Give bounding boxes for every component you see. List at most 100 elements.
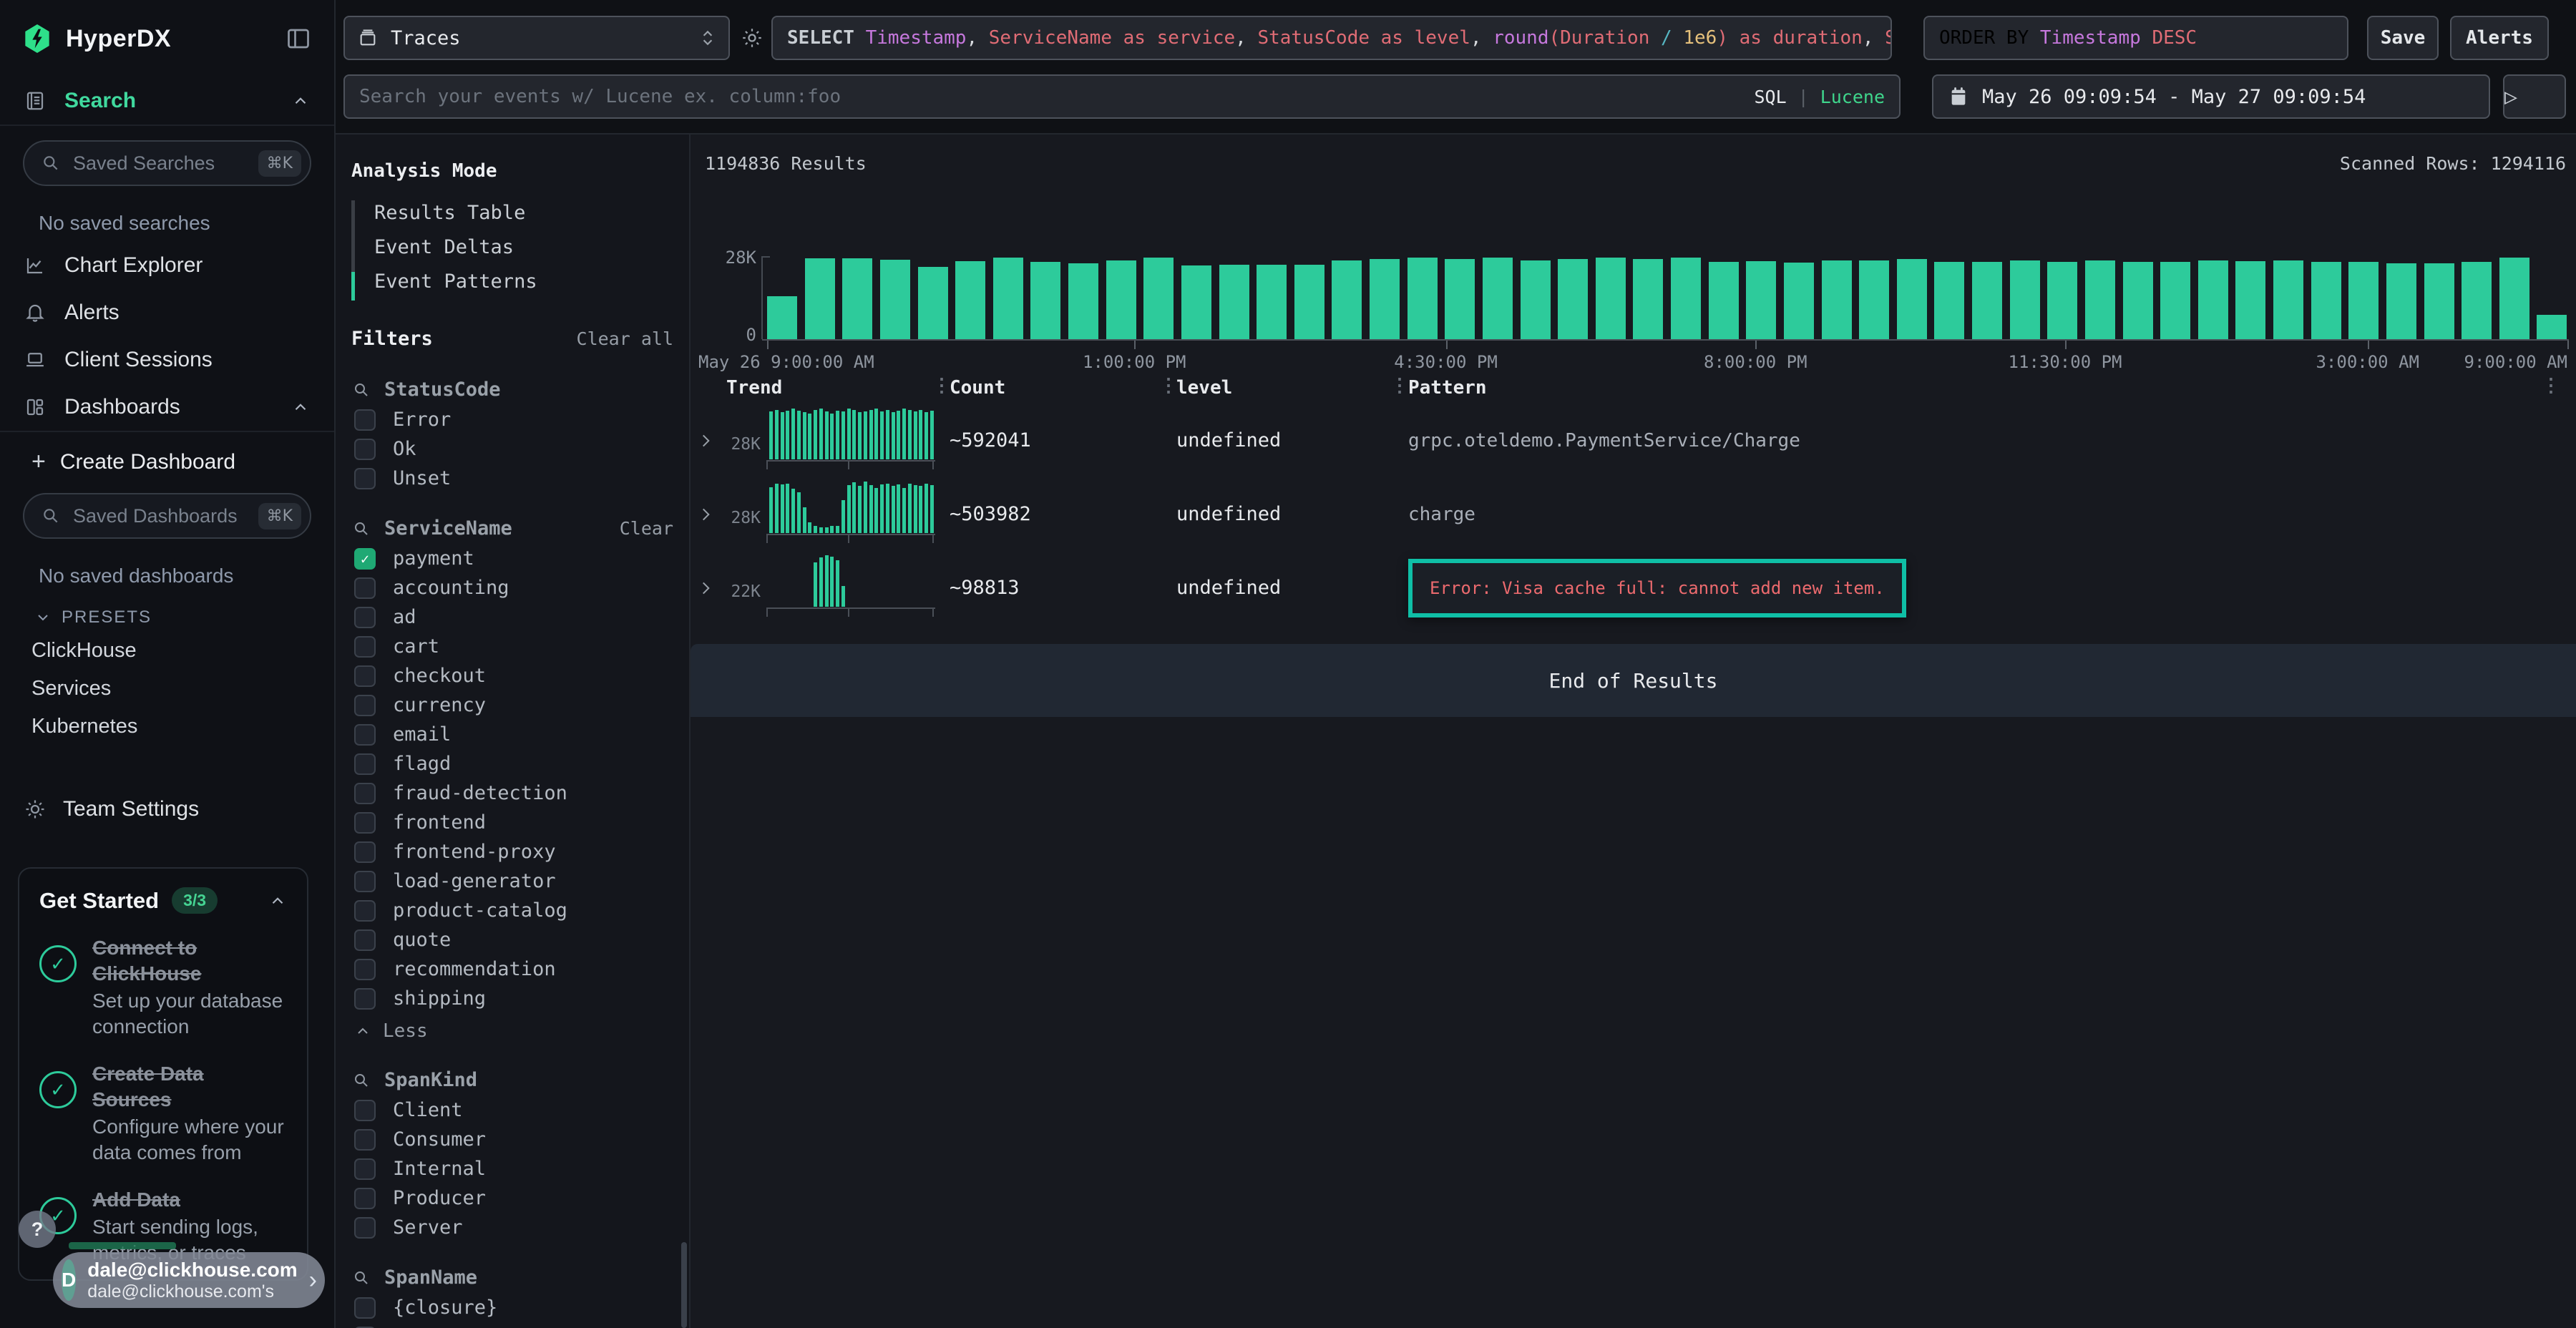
filter-option[interactable]: Error	[336, 405, 689, 434]
sidebar-item-search[interactable]: Search	[0, 77, 334, 125]
histogram-bar[interactable]	[1521, 260, 1551, 339]
column-header-trend[interactable]: Trend	[726, 377, 950, 399]
checkbox[interactable]	[354, 695, 376, 716]
filter-option[interactable]: Producer	[336, 1183, 689, 1213]
table-row[interactable]: 28K~503982undefinedcharge	[691, 477, 2576, 551]
sidebar-item-client-sessions[interactable]: Client Sessions	[0, 336, 334, 384]
histogram-bar[interactable]	[2348, 262, 2379, 339]
histogram-bar[interactable]	[1370, 259, 1400, 339]
histogram-bar[interactable]	[2537, 315, 2567, 339]
histogram-bar[interactable]	[1332, 260, 1362, 339]
histogram-bar[interactable]	[1746, 261, 1776, 339]
filter-option[interactable]: product-catalog	[336, 896, 689, 925]
checkbox[interactable]	[354, 959, 376, 980]
checkbox[interactable]	[354, 871, 376, 892]
filter-option[interactable]: ad	[336, 602, 689, 632]
user-menu[interactable]: D dale@clickhouse.com dale@clickhouse.co…	[53, 1252, 325, 1308]
histogram-bar[interactable]	[1859, 260, 1889, 339]
chevron-up-icon[interactable]	[268, 892, 287, 910]
checkbox[interactable]	[354, 577, 376, 599]
histogram-bar[interactable]	[1407, 258, 1438, 339]
filter-option[interactable]: checkout	[336, 661, 689, 690]
presets-toggle[interactable]: PRESETS	[0, 595, 334, 632]
histogram-bar[interactable]	[1822, 260, 1852, 339]
histogram-bar[interactable]	[918, 267, 948, 339]
filter-option[interactable]: Client	[336, 1095, 689, 1125]
checkbox[interactable]	[354, 665, 376, 687]
filter-option[interactable]: email	[336, 720, 689, 749]
column-header-level[interactable]: level	[1176, 377, 1408, 399]
filter-option[interactable]: cart	[336, 632, 689, 661]
filter-option[interactable]: Consumer	[336, 1125, 689, 1154]
filter-option[interactable]: quote	[336, 925, 689, 954]
column-resize-grip[interactable]: ⋮	[932, 375, 951, 396]
filter-option[interactable]: fraud-detection	[336, 778, 689, 808]
checkbox[interactable]	[354, 1297, 376, 1319]
checkbox[interactable]	[354, 468, 376, 489]
clear-all-filters-link[interactable]: Clear all	[577, 328, 673, 349]
checkbox[interactable]	[354, 409, 376, 431]
histogram-bar[interactable]	[2499, 258, 2529, 339]
histogram-bar[interactable]	[1257, 265, 1287, 339]
table-row[interactable]: 28K~592041undefinedgrpc.oteldemo.Payment…	[691, 404, 2576, 477]
table-row[interactable]: 22K~98813undefinedError: Visa cache full…	[691, 551, 2576, 625]
analysis-mode-option-event-patterns[interactable]: Event Patterns	[351, 265, 689, 299]
checkbox[interactable]	[354, 900, 376, 922]
sidebar-item-chart-explorer[interactable]: Chart Explorer	[0, 242, 334, 289]
histogram-bar[interactable]	[767, 296, 797, 339]
onboarding-step[interactable]: ✓Create Data SourcesConfigure where your…	[39, 1061, 287, 1166]
histogram-bar[interactable]	[2010, 260, 2040, 339]
histogram-bar[interactable]	[1483, 258, 1513, 339]
histogram-bar[interactable]	[880, 260, 910, 339]
histogram-bar[interactable]	[955, 261, 985, 339]
checkbox[interactable]	[354, 724, 376, 746]
date-range-picker[interactable]: May 26 09:09:54 - May 27 09:09:54	[1932, 74, 2490, 119]
sidebar-item-alerts[interactable]: Alerts	[0, 289, 334, 336]
filter-option[interactable]: /flagd.evaluation.v1.Se…	[336, 1322, 689, 1328]
histogram-bar[interactable]	[1445, 259, 1475, 339]
histogram-bar[interactable]	[2235, 261, 2265, 339]
histogram-bar[interactable]	[1633, 259, 1663, 339]
sidebar-collapse-icon[interactable]	[286, 26, 311, 52]
checkbox[interactable]	[354, 812, 376, 834]
data-source-select[interactable]: Traces	[343, 16, 730, 60]
checkbox[interactable]	[354, 988, 376, 1010]
column-resize-grip[interactable]: ⋮	[1390, 375, 1409, 396]
saved-searches-input[interactable]: Saved Searches ⌘K	[23, 140, 311, 186]
histogram-bar[interactable]	[2424, 263, 2454, 339]
filter-option[interactable]: ✓payment	[336, 544, 689, 573]
checkbox[interactable]	[354, 1217, 376, 1239]
histogram-bar[interactable]	[1106, 260, 1136, 339]
checkbox[interactable]	[354, 1158, 376, 1180]
saved-dashboards-input[interactable]: Saved Dashboards ⌘K	[23, 493, 311, 539]
filter-option[interactable]: Server	[336, 1213, 689, 1242]
histogram-bar[interactable]	[1143, 258, 1174, 339]
clear-filter-link[interactable]: Clear	[620, 518, 673, 539]
histogram-bar[interactable]	[1294, 265, 1324, 339]
filter-option[interactable]: load-generator	[336, 866, 689, 896]
filter-option[interactable]: frontend	[336, 808, 689, 837]
preset-kubernetes[interactable]: Kubernetes	[0, 708, 334, 746]
source-settings-gear-icon[interactable]	[740, 26, 764, 50]
histogram-bar[interactable]	[993, 258, 1023, 339]
language-toggle-lucene[interactable]: Lucene	[1820, 87, 1885, 107]
help-button[interactable]: ?	[19, 1211, 56, 1248]
checkbox[interactable]	[354, 607, 376, 628]
histogram-bar[interactable]	[1558, 259, 1588, 339]
create-dashboard-button[interactable]: + Create Dashboard	[0, 432, 334, 479]
checkbox[interactable]: ✓	[354, 548, 376, 570]
column-resize-grip[interactable]: ⋮	[2542, 375, 2560, 396]
checkbox[interactable]	[354, 1100, 376, 1121]
column-header-count[interactable]: Count	[950, 377, 1176, 399]
histogram-bar[interactable]	[2085, 260, 2115, 339]
filter-option[interactable]: currency	[336, 690, 689, 720]
histogram-bar[interactable]	[1219, 265, 1249, 339]
histogram-bar[interactable]	[1596, 258, 1626, 339]
checkbox[interactable]	[354, 783, 376, 804]
histogram-bar[interactable]	[2123, 262, 2153, 339]
analysis-mode-option-event-deltas[interactable]: Event Deltas	[351, 230, 689, 265]
save-button[interactable]: Save	[2367, 16, 2439, 60]
filter-option[interactable]: frontend-proxy	[336, 837, 689, 866]
checkbox[interactable]	[354, 753, 376, 775]
filter-option[interactable]: Internal	[336, 1154, 689, 1183]
